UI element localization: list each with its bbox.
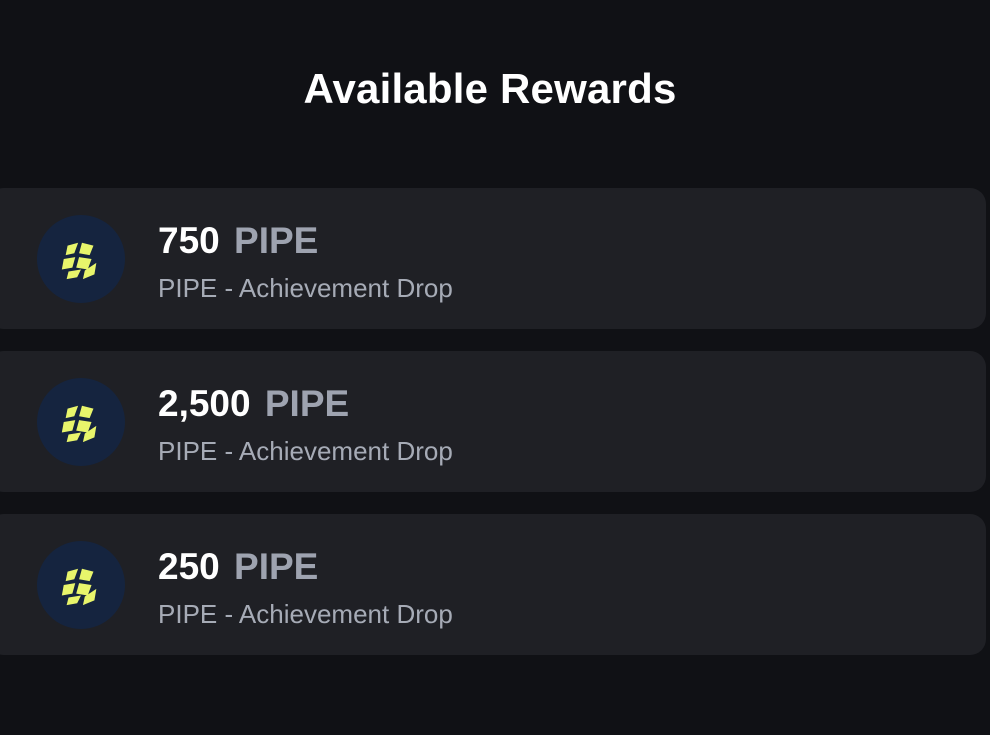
reward-card[interactable]: 250 PIPE PIPE - Achievement Drop xyxy=(0,514,986,655)
reward-card[interactable]: 750 PIPE PIPE - Achievement Drop xyxy=(0,188,986,329)
reward-description: PIPE - Achievement Drop xyxy=(158,273,453,303)
reward-amount-line: 2,500 PIPE xyxy=(158,381,349,427)
reward-amount-line: 750 PIPE xyxy=(158,218,318,264)
pipe-token-icon xyxy=(37,215,125,303)
reward-amount-line: 250 PIPE xyxy=(158,544,318,590)
reward-description: PIPE - Achievement Drop xyxy=(158,436,453,466)
reward-amount: 250 xyxy=(158,546,220,587)
reward-description: PIPE - Achievement Drop xyxy=(158,599,453,629)
reward-unit: PIPE xyxy=(234,546,319,587)
pipe-token-icon xyxy=(37,541,125,629)
reward-card[interactable]: 2,500 PIPE PIPE - Achievement Drop xyxy=(0,351,986,492)
reward-amount: 750 xyxy=(158,220,220,261)
reward-amount: 2,500 xyxy=(158,383,251,424)
page-title: Available Rewards xyxy=(303,65,677,112)
reward-unit: PIPE xyxy=(264,383,350,424)
pipe-token-icon xyxy=(37,378,125,466)
reward-unit: PIPE xyxy=(234,220,319,261)
rewards-list: 750 PIPE PIPE - Achievement Drop 2,500 P… xyxy=(0,188,986,677)
